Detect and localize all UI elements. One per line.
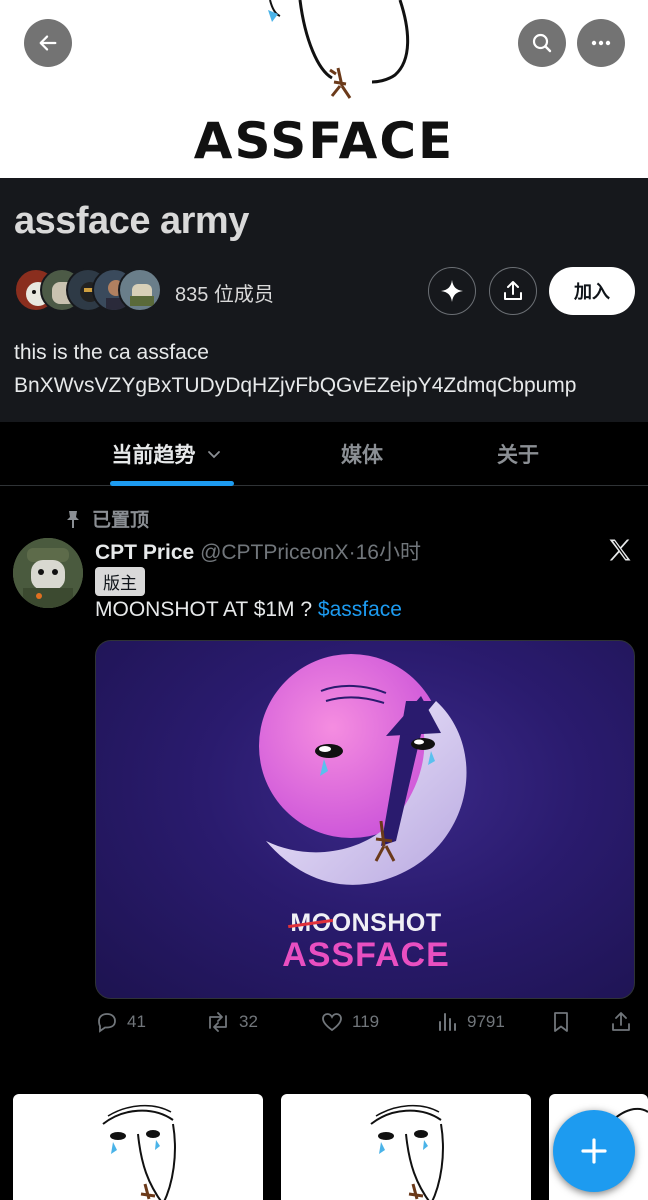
pin-icon	[67, 510, 79, 528]
compose-post-button[interactable]	[553, 1110, 635, 1192]
caption-rest: ONSHOT	[331, 909, 442, 937]
community-header: assface army 835 位成员 加入 this is the ca a…	[0, 178, 648, 422]
pinned-indicator: 已置顶	[64, 505, 149, 532]
community-tabs: 当前趋势 媒体 关于	[0, 422, 648, 486]
active-tab-indicator	[110, 481, 234, 486]
bookmark-button[interactable]	[550, 1010, 572, 1034]
author-handle[interactable]: @CPTPriceonX	[200, 541, 349, 564]
member-count[interactable]: 835 位成员	[175, 278, 274, 307]
media-caption-main: ASSFACE	[282, 936, 450, 974]
media-thumbnail[interactable]	[281, 1094, 531, 1200]
analytics-bars-icon	[439, 1013, 456, 1031]
tab-about[interactable]: 关于	[468, 422, 568, 486]
sparkle-icon	[441, 280, 463, 302]
description-line: this is the ca assface	[14, 341, 209, 364]
tab-label: 媒体	[341, 444, 383, 467]
tab-trending[interactable]: 当前趋势	[95, 422, 240, 486]
media-thumbnail[interactable]	[13, 1094, 263, 1200]
like-button[interactable]: 119	[320, 1010, 379, 1034]
banner-title: ASSFACE	[193, 112, 455, 170]
tab-media[interactable]: 媒体	[312, 422, 412, 486]
cashtag-link[interactable]: $assface	[318, 598, 402, 621]
share-post-button[interactable]	[609, 1010, 633, 1034]
community-banner: ASSFACE	[0, 0, 648, 178]
tab-label: 当前趋势	[111, 444, 196, 467]
repost-icon	[209, 1012, 227, 1032]
grok-button[interactable]	[428, 267, 476, 315]
member-avatars[interactable]	[14, 268, 164, 312]
author-name[interactable]: CPT Price	[95, 541, 194, 564]
arrow-left-icon	[39, 35, 57, 51]
heart-icon	[322, 1013, 342, 1032]
back-button[interactable]	[24, 19, 72, 67]
contract-address: BnXWvsVZYgBxTUDyDqHZjvFbQGvEZeipY4ZdmqCb…	[14, 374, 577, 397]
tab-label: 关于	[497, 444, 539, 467]
join-button[interactable]: 加入	[549, 267, 635, 315]
media-caption-top: MOONSHOT	[96, 909, 634, 938]
community-name: assface army	[14, 200, 249, 242]
chevron-down-icon	[207, 451, 220, 459]
pinned-label: 已置顶	[92, 510, 150, 531]
post-body: MOONSHOT AT $1M ?	[95, 598, 318, 621]
views-button[interactable]: 9791	[437, 1010, 505, 1034]
reply-icon	[98, 1013, 116, 1033]
share-upload-icon	[504, 281, 522, 300]
community-description: this is the ca assface BnXWvsVZYgBxTUDyD…	[14, 336, 644, 402]
post-text: MOONSHOT AT $1M ? $assface	[95, 598, 402, 622]
member-avatar	[118, 268, 162, 312]
struck-text: MO	[290, 909, 332, 937]
more-options-button[interactable]	[577, 19, 625, 67]
post-actions: 41 32 119 9791	[95, 1010, 635, 1042]
share-button[interactable]	[489, 267, 537, 315]
moderator-badge: 版主	[95, 567, 145, 596]
bookmark-icon	[554, 1012, 568, 1032]
post-header: CPT Price @CPTPriceonX·16小时	[95, 536, 421, 566]
post-time[interactable]: 16小时	[356, 541, 421, 564]
post-media-image[interactable]: MOONSHOT ASSFACE	[95, 640, 635, 999]
meta-separator: ·	[348, 541, 356, 564]
view-count: 9791	[467, 1012, 505, 1031]
reply-count: 41	[127, 1012, 146, 1031]
repost-button[interactable]: 32	[205, 1010, 258, 1034]
search-button[interactable]	[518, 19, 566, 67]
repost-count: 32	[239, 1012, 258, 1031]
author-avatar[interactable]	[13, 538, 83, 608]
search-icon	[532, 33, 552, 53]
x-logo-icon	[609, 539, 631, 561]
reply-button[interactable]: 41	[95, 1010, 146, 1034]
like-count: 119	[352, 1012, 380, 1031]
share-upload-icon	[612, 1012, 630, 1031]
plus-icon	[581, 1138, 607, 1164]
more-dots-icon	[591, 40, 611, 46]
